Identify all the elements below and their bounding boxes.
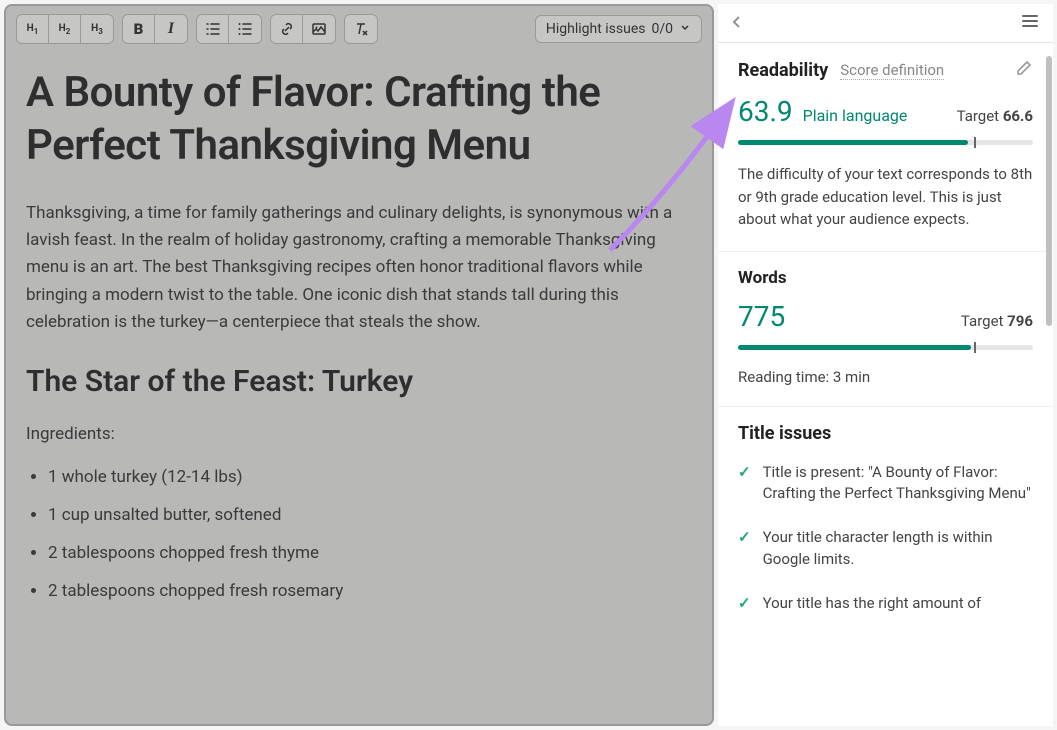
issue-text: Your title has the right amount of bbox=[763, 593, 982, 615]
words-count: 775 bbox=[738, 300, 785, 333]
article-intro: Thanksgiving, a time for family gatherin… bbox=[26, 200, 692, 336]
words-target: Target 796 bbox=[961, 312, 1033, 330]
sidebar: Readability Score definition 63.9 Plain … bbox=[718, 4, 1053, 726]
readability-score: 63.9 bbox=[738, 95, 793, 128]
readability-title: Readability bbox=[738, 60, 828, 81]
highlight-count: 0/0 bbox=[651, 21, 673, 37]
list-item: 1 cup unsalted butter, softened bbox=[48, 504, 692, 528]
heading-group: H1 H2 H3 bbox=[16, 14, 114, 44]
issue-item: ✓ Title is present: "A Bounty of Flavor:… bbox=[738, 462, 1033, 506]
highlight-issues-dropdown[interactable]: Highlight issues 0/0 bbox=[535, 15, 702, 43]
readability-target: Target 66.6 bbox=[957, 107, 1033, 125]
chevron-down-icon bbox=[679, 21, 691, 37]
list-item: 1 whole turkey (12-14 lbs) bbox=[48, 466, 692, 490]
article-title: A Bounty of Flavor: Crafting the Perfect… bbox=[26, 67, 692, 172]
words-title: Words bbox=[738, 268, 1033, 288]
toolbar: H1 H2 H3 B I bbox=[6, 6, 712, 52]
sidebar-body: Readability Score definition 63.9 Plain … bbox=[718, 43, 1053, 726]
issue-text: Your title character length is within Go… bbox=[763, 527, 1033, 571]
ordered-list-button[interactable] bbox=[197, 15, 229, 43]
insert-group bbox=[270, 14, 336, 44]
reading-time: Reading time: 3 min bbox=[738, 368, 1033, 386]
italic-button[interactable]: I bbox=[155, 15, 187, 43]
scrollbar[interactable] bbox=[1046, 56, 1052, 326]
words-section: Words 775 Target 796 Reading time: 3 min bbox=[718, 252, 1053, 407]
sidebar-header bbox=[718, 4, 1053, 43]
readability-progress bbox=[738, 140, 1033, 145]
clear-group bbox=[344, 14, 378, 44]
unordered-list-button[interactable] bbox=[229, 15, 261, 43]
check-icon: ✓ bbox=[738, 527, 751, 571]
editor-panel: H1 H2 H3 B I bbox=[4, 4, 714, 726]
link-button[interactable] bbox=[271, 15, 303, 43]
image-button[interactable] bbox=[303, 15, 335, 43]
edit-icon[interactable] bbox=[1015, 59, 1033, 81]
bold-button[interactable]: B bbox=[123, 15, 155, 43]
check-icon: ✓ bbox=[738, 462, 751, 506]
issue-text: Title is present: "A Bounty of Flavor: C… bbox=[763, 462, 1033, 506]
readability-description: The difficulty of your text corresponds … bbox=[738, 163, 1033, 231]
words-progress bbox=[738, 345, 1033, 350]
menu-icon[interactable] bbox=[1021, 12, 1039, 34]
ingredients-list: 1 whole turkey (12-14 lbs) 1 cup unsalte… bbox=[26, 466, 692, 603]
list-item: 2 tablespoons chopped fresh rosemary bbox=[48, 580, 692, 604]
h3-button[interactable]: H3 bbox=[81, 15, 113, 43]
score-definition-link[interactable]: Score definition bbox=[840, 61, 944, 80]
back-icon[interactable] bbox=[732, 13, 742, 34]
editor-content[interactable]: A Bounty of Flavor: Crafting the Perfect… bbox=[6, 52, 712, 724]
list-item: 2 tablespoons chopped fresh thyme bbox=[48, 542, 692, 566]
readability-section: Readability Score definition 63.9 Plain … bbox=[718, 43, 1053, 252]
issue-item: ✓ Your title character length is within … bbox=[738, 527, 1033, 571]
h2-button[interactable]: H2 bbox=[49, 15, 81, 43]
clear-format-button[interactable] bbox=[345, 15, 377, 43]
article-h2: The Star of the Feast: Turkey bbox=[26, 364, 692, 399]
title-issues-heading: Title issues bbox=[738, 423, 1033, 444]
title-issues-section: Title issues ✓ Title is present: "A Boun… bbox=[718, 407, 1053, 657]
ingredients-label: Ingredients: bbox=[26, 421, 692, 448]
h1-button[interactable]: H1 bbox=[17, 15, 49, 43]
readability-label: Plain language bbox=[803, 106, 908, 125]
format-group: B I bbox=[122, 14, 188, 44]
issue-item: ✓ Your title has the right amount of bbox=[738, 593, 1033, 615]
highlight-label: Highlight issues bbox=[546, 21, 646, 37]
check-icon: ✓ bbox=[738, 593, 751, 615]
list-group bbox=[196, 14, 262, 44]
